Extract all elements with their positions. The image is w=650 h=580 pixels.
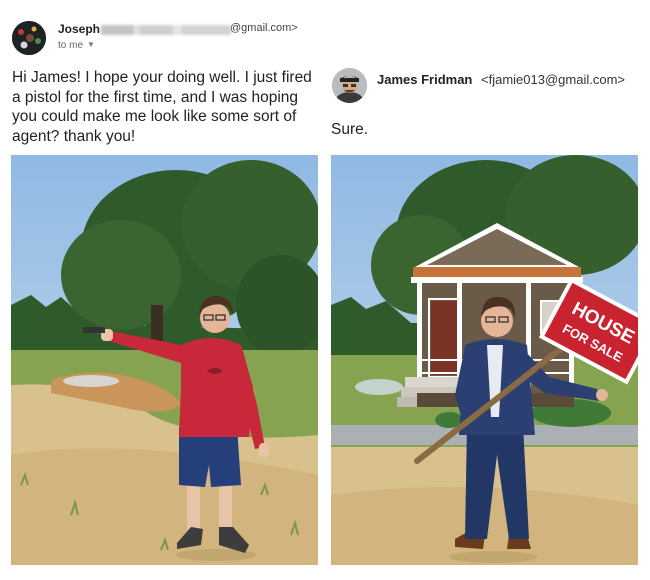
sender-avatar-image	[12, 21, 46, 55]
reply-sender-email: <fjamie013@gmail.com>	[481, 72, 625, 87]
reply-avatar[interactable]	[332, 68, 367, 103]
reply-avatar-image	[332, 68, 367, 103]
original-message: Hi James! I hope your doing well. I just…	[12, 69, 312, 145]
original-photo-illustration	[11, 155, 318, 565]
reply-sender-name: James Fridman	[377, 72, 473, 87]
chevron-down-icon[interactable]: ▼	[87, 40, 95, 49]
reply-message: Sure.	[331, 121, 369, 138]
recipient-line[interactable]: to me ▼	[58, 40, 95, 51]
sender-email: @gmail.com>	[230, 22, 298, 34]
original-photo	[11, 155, 318, 565]
edited-photo-illustration: HOUSE FOR SALE	[331, 155, 638, 565]
sender-avatar[interactable]	[12, 21, 46, 55]
edited-photo: HOUSE FOR SALE	[331, 155, 638, 565]
recipient-label: to me	[58, 40, 84, 51]
sender-name: Joseph	[58, 22, 101, 36]
redacted-email	[101, 25, 231, 35]
